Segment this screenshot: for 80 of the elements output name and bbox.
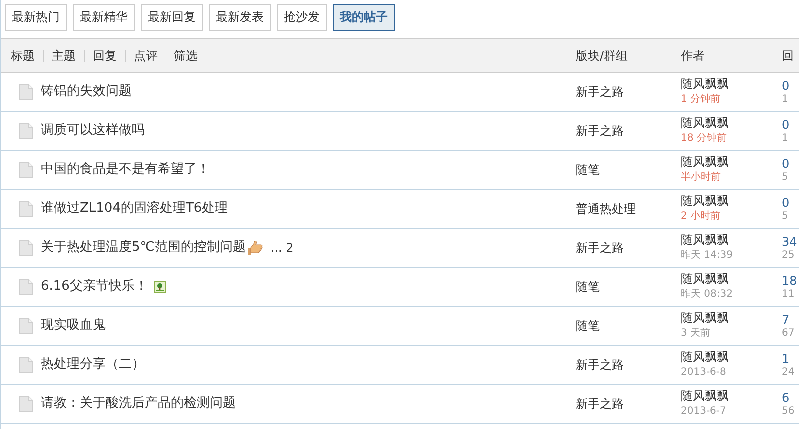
tab[interactable]: 最新精华 (73, 4, 135, 31)
filter-link[interactable]: 筛选 (166, 46, 206, 64)
post-time: 3 天前 (681, 328, 711, 339)
reply-count[interactable]: 0 (782, 118, 790, 132)
thread-title-link[interactable]: 关于热处理温度5℃范围的控制问题 (41, 238, 246, 258)
author-link[interactable]: 随风飘飘 (681, 77, 729, 91)
forum-link[interactable]: 新手之路 (576, 241, 624, 255)
post-time: 2013-6-8 (681, 367, 726, 378)
post-time: 2013-6-7 (681, 406, 726, 417)
thread-title-link[interactable]: 请教：关于酸洗后产品的检测问题 (41, 394, 236, 414)
reply-count[interactable]: 0 (782, 196, 790, 210)
thumbs-up-icon (246, 241, 263, 255)
tab[interactable]: 最新发表 (209, 4, 271, 31)
thread-title-link[interactable]: 现实吸血鬼 (41, 316, 106, 336)
forum-link[interactable]: 随笔 (576, 163, 600, 177)
view-count: 56 (782, 406, 795, 416)
reply-count[interactable]: 18 (782, 274, 798, 288)
view-count: 5 (782, 210, 788, 222)
view-count: 5 (782, 172, 788, 182)
thread-title-link[interactable]: 铸铝的失效问题 (41, 82, 132, 102)
page-link[interactable]: ... 2 (270, 239, 294, 257)
document-icon (19, 84, 33, 100)
forum-link[interactable]: 随笔 (576, 280, 600, 294)
column-header: 作者 (681, 48, 705, 62)
post-time: 半小时前 (681, 172, 721, 183)
forum-link[interactable]: 新手之路 (576, 124, 624, 138)
document-icon (19, 318, 33, 334)
reply-count[interactable]: 7 (782, 312, 790, 326)
thread-title-link[interactable]: 谁做过ZL104的固溶处理T6处理 (41, 199, 228, 219)
reply-count[interactable]: 34 (782, 234, 798, 248)
post-time: 昨天 08:32 (681, 289, 733, 300)
thread-title-link[interactable]: 中国的食品是不是有希望了！ (41, 160, 210, 180)
document-icon (19, 279, 33, 295)
document-icon (19, 162, 33, 178)
filter-link[interactable]: 主题 (44, 46, 84, 64)
author-link[interactable]: 随风飘飘 (681, 155, 729, 169)
author-link[interactable]: 随风飘飘 (681, 116, 729, 130)
column-header: 版块/群组 (576, 48, 628, 62)
filter-link[interactable]: 点评 (126, 46, 166, 64)
author-link[interactable]: 随风飘飘 (681, 194, 729, 208)
thread-title-link[interactable]: 热处理分享（二） (41, 355, 145, 375)
reply-count[interactable]: 1 (782, 352, 790, 366)
column-header: 回 (782, 48, 794, 62)
forum-link[interactable]: 新手之路 (576, 85, 624, 99)
document-icon (19, 240, 33, 256)
forum-link[interactable]: 普通热处理 (576, 202, 636, 216)
tab[interactable]: 抢沙发 (277, 4, 327, 31)
thread-title-link[interactable]: 6.16父亲节快乐！ (41, 277, 148, 297)
post-time: 18 分钟前 (681, 133, 727, 144)
forum-link[interactable]: 新手之路 (576, 397, 624, 411)
filter-link[interactable]: 回复 (85, 46, 125, 64)
post-time: 2 小时前 (681, 211, 721, 222)
author-link[interactable]: 随风飘飘 (681, 311, 729, 325)
document-icon (19, 201, 33, 217)
tab[interactable]: 最新热门 (5, 4, 67, 31)
forum-link[interactable]: 随笔 (576, 319, 600, 333)
thread-title-link[interactable]: 调质可以这样做吗 (41, 121, 145, 141)
post-time: 昨天 14:39 (681, 250, 733, 261)
document-icon (19, 123, 33, 139)
view-count: 11 (782, 288, 795, 300)
view-count: 24 (782, 366, 795, 378)
reply-count[interactable]: 6 (782, 390, 790, 404)
reply-count[interactable]: 0 (782, 78, 790, 92)
author-link[interactable]: 随风飘飘 (681, 272, 729, 286)
tab[interactable]: 最新回复 (141, 4, 203, 31)
view-count: 25 (782, 250, 795, 260)
document-icon (19, 396, 33, 412)
tab[interactable]: 我的帖子 (333, 4, 395, 31)
view-count: 1 (782, 132, 788, 144)
column-header: 标题 (11, 48, 36, 64)
document-icon (19, 357, 33, 373)
post-time: 1 分钟前 (681, 94, 721, 105)
image-icon (154, 281, 166, 293)
author-link[interactable]: 随风飘飘 (681, 389, 729, 403)
reply-count[interactable]: 0 (782, 156, 790, 170)
view-count: 1 (782, 94, 788, 104)
forum-link[interactable]: 新手之路 (576, 358, 624, 372)
view-count: 67 (782, 328, 795, 338)
author-link[interactable]: 随风飘飘 (681, 233, 729, 247)
author-link[interactable]: 随风飘飘 (681, 350, 729, 364)
